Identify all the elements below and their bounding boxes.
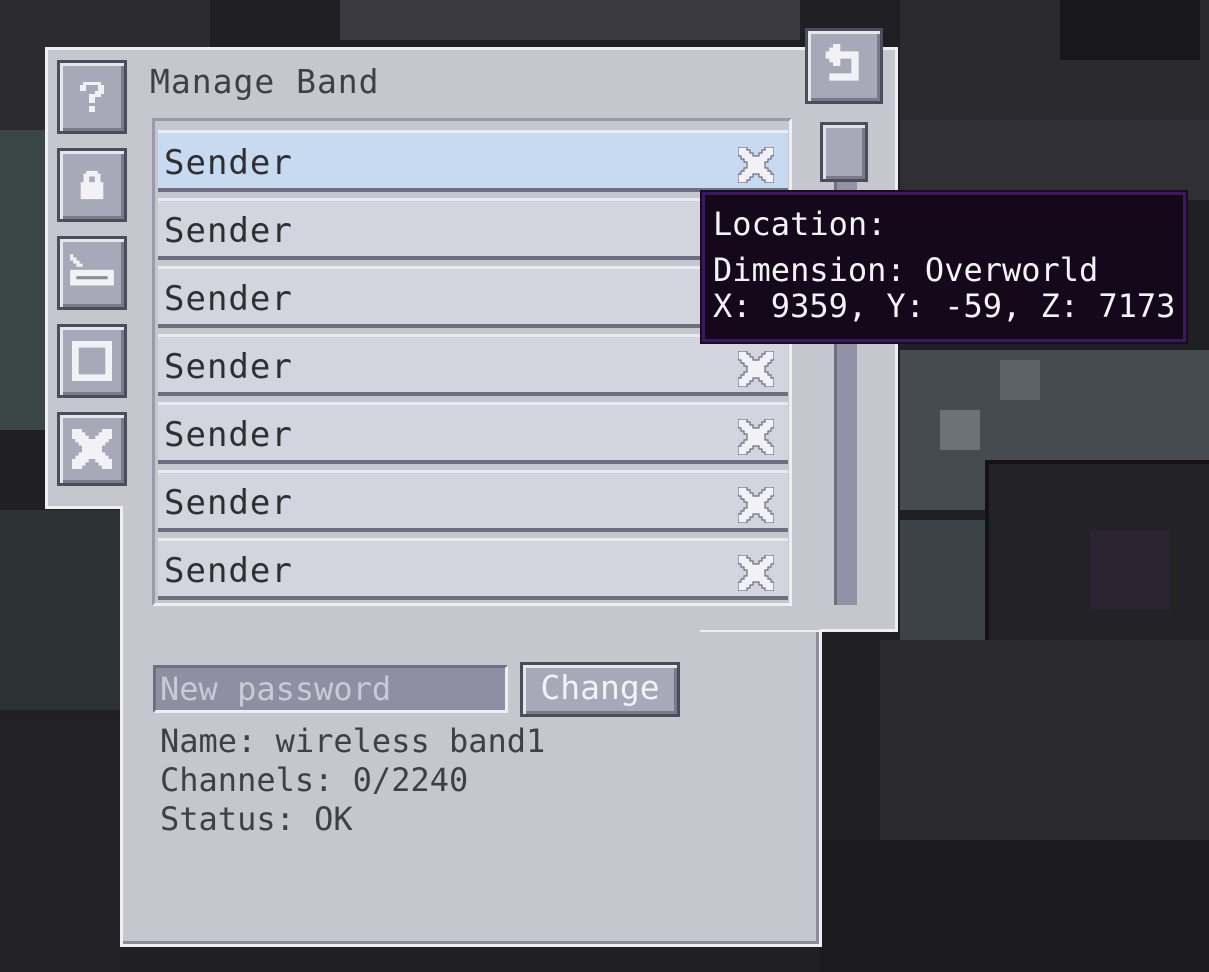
list-item-label: Sender xyxy=(164,143,293,183)
remove-x-icon[interactable] xyxy=(737,146,775,184)
list-item[interactable]: Sender xyxy=(158,470,788,532)
list-item[interactable]: Sender xyxy=(158,538,788,600)
question-icon xyxy=(80,82,104,112)
frame-button[interactable] xyxy=(57,324,127,398)
lock-icon xyxy=(80,170,104,200)
list-item[interactable]: Sender xyxy=(158,266,788,328)
scrollbar-thumb[interactable] xyxy=(820,122,868,182)
list-item[interactable]: Sender xyxy=(158,130,788,192)
help-button[interactable] xyxy=(57,60,127,134)
lock-button[interactable] xyxy=(57,148,127,222)
change-button[interactable]: Change xyxy=(520,662,680,717)
list-item-label: Sender xyxy=(164,483,293,523)
antenna-icon xyxy=(70,254,114,286)
antenna-button[interactable] xyxy=(57,236,127,310)
back-arrow-icon xyxy=(825,44,859,81)
band-name: Name: wireless band1 xyxy=(160,722,546,760)
band-status: Status: OK xyxy=(160,800,353,838)
list-item-label: Sender xyxy=(164,551,293,591)
tooltip-coordinates: X: 9359, Y: -59, Z: 7173 xyxy=(713,287,1176,325)
remove-x-icon[interactable] xyxy=(737,554,775,592)
list-item-label: Sender xyxy=(164,347,293,387)
list-item[interactable]: Sender xyxy=(158,198,788,260)
close-icon xyxy=(72,429,112,469)
close-button[interactable] xyxy=(57,412,127,486)
new-password-input[interactable] xyxy=(153,665,508,713)
list-item[interactable]: Sender xyxy=(158,334,788,396)
page-title: Manage Band xyxy=(150,62,380,101)
list-item[interactable]: Sender xyxy=(158,402,788,464)
remove-x-icon[interactable] xyxy=(737,418,775,456)
band-channels: Channels: 0/2240 xyxy=(160,761,469,799)
list-item-label: Sender xyxy=(164,279,293,319)
location-tooltip: Location: Dimension: Overworld X: 9359, … xyxy=(700,190,1188,344)
back-button[interactable] xyxy=(805,28,883,104)
list-item-label: Sender xyxy=(164,211,293,251)
frame-icon xyxy=(72,341,112,381)
list-item-label: Sender xyxy=(164,415,293,455)
remove-x-icon[interactable] xyxy=(737,486,775,524)
tooltip-title: Location: xyxy=(713,205,887,243)
remove-x-icon[interactable] xyxy=(737,350,775,388)
